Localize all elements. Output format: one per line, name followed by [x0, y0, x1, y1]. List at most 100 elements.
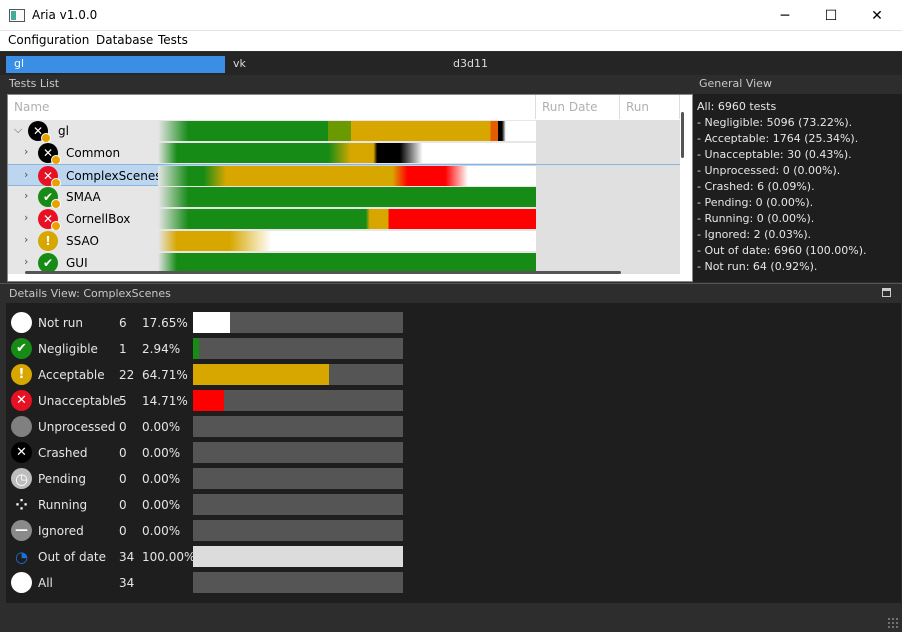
expand-arrow-icon[interactable]: ›: [24, 168, 28, 181]
details-progress-bar: [193, 546, 403, 567]
app-icon: [9, 9, 25, 22]
window-title: Aria v1.0.0: [32, 8, 98, 22]
details-percent: 17.65%: [142, 316, 188, 330]
details-label: Pending: [38, 472, 86, 486]
details-progress-fill: [193, 546, 403, 567]
details-label: All: [38, 576, 53, 590]
ignored-icon: —: [11, 520, 32, 541]
expand-arrow-icon[interactable]: ›: [24, 189, 28, 202]
details-row-not-run: Not run 6 17.65%: [6, 310, 416, 336]
details-row-running: ⁘ Running 0 0.00%: [6, 492, 416, 518]
details-label: Negligible: [38, 342, 98, 356]
tree-row-2[interactable]: › ✕ ComplexScenes: [8, 164, 680, 188]
details-row-negligible: ✔ Negligible 1 2.94%: [6, 336, 416, 362]
tab-gl[interactable]: gl: [6, 56, 225, 73]
restore-panel-icon[interactable]: [882, 288, 891, 297]
tree-row-label: CornellBox: [66, 212, 131, 226]
column-header-run-time[interactable]: Run Time: [620, 95, 680, 138]
tree-row-3[interactable]: › ✔ SMAA: [8, 186, 680, 209]
general-stat-line: - Negligible: 5096 (73.22%).: [697, 116, 853, 129]
horizontal-scrollbar[interactable]: [25, 271, 621, 274]
tree-row-label: gl: [58, 124, 69, 138]
details-row-crashed: ✕ Crashed 0 0.00%: [6, 440, 416, 466]
details-count: 0: [119, 498, 127, 512]
pending-clock-icon: ◷: [11, 468, 32, 489]
maximize-button[interactable]: ☐: [808, 0, 854, 31]
expand-arrow-icon[interactable]: ›: [24, 145, 28, 158]
details-progress-bar: [193, 338, 403, 359]
tree-row-4[interactable]: › ✕ CornellBox: [8, 208, 680, 231]
running-spinner-icon: ⁘: [11, 494, 32, 515]
close-button[interactable]: ✕: [854, 0, 900, 31]
column-header-name[interactable]: Name: [8, 95, 536, 119]
tree-row-0[interactable]: ⌵ ✕ gl: [8, 120, 680, 143]
expand-arrow-icon[interactable]: ›: [24, 255, 28, 268]
resize-grip-icon[interactable]: [887, 617, 899, 629]
details-percent: 14.71%: [142, 394, 188, 408]
run-info-cell: [536, 120, 680, 142]
details-count: 34: [119, 576, 135, 590]
expand-arrow-icon[interactable]: ›: [24, 211, 28, 224]
details-count: 0: [119, 446, 127, 460]
tab-d3d11[interactable]: d3d11: [445, 56, 665, 73]
status-bar: [0, 610, 902, 632]
title-bar: Aria v1.0.0 ─ ☐ ✕: [0, 0, 902, 31]
details-progress-bar: [193, 572, 403, 593]
crashed-icon: ✕: [11, 442, 32, 463]
details-row-all: All 34: [6, 570, 416, 596]
tree-row-5[interactable]: ›! SSAO: [8, 230, 680, 252]
details-label: Running: [38, 498, 88, 512]
unacceptable-icon: ✕: [38, 209, 61, 231]
details-view-panel: Not run 6 17.65% ✔ Negligible 1 2.94%! Acceptab…: [6, 303, 901, 603]
details-progress-bar: [193, 416, 403, 437]
details-progress-fill: [193, 390, 224, 411]
minimize-button[interactable]: ─: [762, 0, 808, 31]
acceptable-icon: !: [38, 231, 58, 251]
negligible-icon: ✔: [38, 253, 58, 273]
tab-vk[interactable]: vk: [225, 56, 445, 73]
details-count: 0: [119, 472, 127, 486]
general-stat-line: - Crashed: 6 (0.09%).: [697, 180, 815, 193]
backend-tab-bar: gl vk d3d11: [0, 52, 902, 75]
details-count: 0: [119, 524, 127, 538]
details-row-unacceptable: ✕ Unacceptable 5 14.71%: [6, 388, 416, 414]
details-label: Acceptable: [38, 368, 105, 382]
details-percent: 0.00%: [142, 420, 181, 434]
expand-arrow-icon[interactable]: ›: [24, 233, 28, 246]
vertical-scrollbar[interactable]: [681, 112, 684, 158]
menu-tests[interactable]: Tests: [158, 33, 188, 47]
general-view-label: General View: [699, 77, 772, 90]
details-header: Details View: ComplexScenes: [0, 283, 902, 303]
details-percent: 64.71%: [142, 368, 188, 382]
details-label: Out of date: [38, 550, 107, 564]
unprocessed-icon: [11, 416, 32, 437]
column-header-run-date[interactable]: Run Date: [536, 95, 620, 119]
menu-database[interactable]: Database: [96, 33, 153, 47]
details-percent: 0.00%: [142, 524, 181, 538]
details-row-unprocessed: Unprocessed 0 0.00%: [6, 414, 416, 440]
tests-list-label: Tests List: [9, 77, 60, 90]
tests-list-panel[interactable]: Name Run Date Run Time ⌵ ✕ gl ›✕Common›✕Com…: [7, 94, 693, 282]
result-distribution-bar: [158, 209, 536, 229]
general-stat-line: - Acceptable: 1764 (25.34%).: [697, 132, 859, 145]
out-of-date-icon: ◔: [11, 546, 32, 567]
details-count: 5: [119, 394, 127, 408]
tree-row-label: SMAA: [66, 190, 101, 204]
general-stat-line: All: 6960 tests: [697, 100, 777, 113]
general-stat-line: - Running: 0 (0.00%).: [697, 212, 815, 225]
collapse-arrow-icon[interactable]: ⌵: [14, 123, 22, 137]
general-view-panel: All: 6960 tests - Negligible: 5096 (73.22…: [693, 94, 902, 282]
crashed-icon: ✕: [28, 121, 51, 143]
result-distribution-bar: [158, 143, 536, 163]
run-info-cell: [536, 186, 680, 208]
details-count: 0: [119, 420, 127, 434]
details-label: Not run: [38, 316, 83, 330]
run-info-cell: [536, 208, 680, 230]
unacceptable-icon: ✕: [11, 390, 32, 411]
details-count: 34: [119, 550, 135, 564]
tree-row-1[interactable]: › ✕ Common: [8, 142, 680, 165]
not-run-icon: [11, 312, 32, 333]
details-progress-bar: [193, 312, 403, 333]
general-stat-line: - Not run: 64 (0.92%).: [697, 260, 818, 273]
menu-configuration[interactable]: Configuration: [8, 33, 89, 47]
